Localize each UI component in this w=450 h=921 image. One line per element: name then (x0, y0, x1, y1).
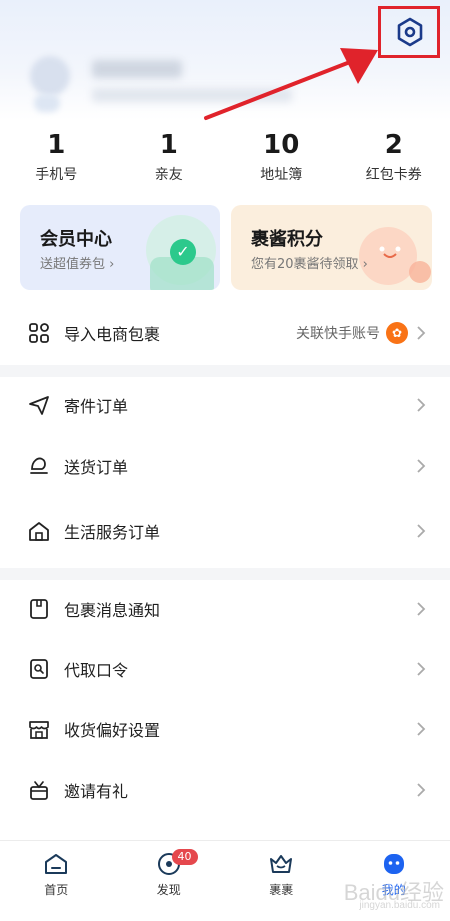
pickup-code-icon (28, 658, 50, 680)
tab-guoguo[interactable]: 裹裹 (225, 841, 338, 921)
section-divider (0, 568, 450, 580)
stat-label: 红包卡券 (338, 164, 450, 184)
points-card-title: 裹酱积分 (251, 225, 323, 251)
watermark-url: jingyan.baidu.com (359, 900, 440, 911)
tab-label: 首页 (0, 881, 113, 898)
tab-label: 发现 (113, 881, 226, 898)
points-card[interactable]: 裹酱积分 您有20裹酱待领取 › (231, 205, 432, 290)
username-blurred (92, 60, 182, 78)
delivery-icon (28, 455, 50, 477)
store-icon (28, 718, 50, 740)
stat-value: 1 (113, 128, 226, 162)
package-import-icon (28, 322, 50, 344)
stat-value: 10 (225, 128, 338, 162)
tab-home[interactable]: 首页 (0, 841, 113, 921)
order-row-delivery[interactable]: 送货订单 (0, 441, 450, 491)
order-row-label: 送货订单 (64, 454, 128, 478)
send-icon (28, 394, 50, 416)
chevron-right-icon (416, 326, 426, 340)
order-row-send[interactable]: 寄件订单 (0, 380, 450, 430)
stat-value: 1 (0, 128, 113, 162)
stat-coupons[interactable]: 2 红包卡券 (338, 128, 450, 188)
stat-address-book[interactable]: 10 地址簿 (225, 128, 338, 188)
chevron-right-icon (416, 722, 426, 736)
stat-label: 亲友 (113, 164, 226, 184)
chevron-right-icon (416, 524, 426, 538)
member-center-card[interactable]: ✓ 会员中心 送超值券包 › (20, 205, 220, 290)
chevron-right-icon (416, 783, 426, 797)
import-row-label: 导入电商包裹 (64, 321, 160, 345)
chevron-right-icon (416, 602, 426, 616)
smile-face-icon (375, 245, 405, 261)
notification-icon (28, 598, 50, 620)
home-tab-icon (43, 851, 69, 877)
check-icon: ✓ (170, 239, 196, 265)
order-row-label: 生活服务订单 (64, 519, 160, 543)
points-deco-dot (409, 261, 431, 283)
tab-discover[interactable]: 40 发现 (113, 841, 226, 921)
settings-row-label: 邀请有礼 (64, 778, 128, 802)
settings-row-delivery-preference[interactable]: 收货偏好设置 (0, 704, 450, 754)
stat-value: 2 (338, 128, 450, 162)
chevron-right-icon (416, 459, 426, 473)
stat-label: 手机号 (0, 164, 113, 184)
member-card-subtitle: 送超值券包 › (40, 253, 114, 272)
kuaishou-icon: ✿ (386, 322, 408, 344)
settings-row-label: 代取口令 (64, 657, 128, 681)
settings-row-label: 收货偏好设置 (64, 717, 160, 741)
stat-family[interactable]: 1 亲友 (113, 128, 226, 188)
avatar[interactable] (30, 56, 70, 96)
guoguo-icon (268, 851, 294, 877)
stat-label: 地址簿 (225, 164, 338, 184)
import-ecommerce-row[interactable]: 导入电商包裹 关联快手账号 ✿ (0, 308, 450, 358)
settings-row-pickup-code[interactable]: 代取口令 (0, 644, 450, 694)
gift-icon (28, 779, 50, 801)
chevron-right-icon (416, 398, 426, 412)
settings-row-notification[interactable]: 包裹消息通知 (0, 584, 450, 634)
settings-row-invite[interactable]: 邀请有礼 (0, 765, 450, 815)
avatar-badge (34, 94, 60, 112)
discover-badge: 40 (172, 849, 198, 865)
chevron-right-icon (416, 662, 426, 676)
profile-icon (381, 851, 407, 877)
settings-icon[interactable] (395, 17, 425, 47)
member-card-title: 会员中心 (40, 225, 112, 251)
stat-phone[interactable]: 1 手机号 (0, 128, 113, 188)
stats-bar: 1 手机号 1 亲友 10 地址簿 2 红包卡券 (0, 128, 450, 188)
order-row-life-service[interactable]: 生活服务订单 (0, 506, 450, 556)
points-card-subtitle: 您有20裹酱待领取 › (251, 253, 368, 272)
home-icon (28, 520, 50, 542)
tab-label: 裹裹 (225, 881, 338, 898)
section-divider (0, 365, 450, 377)
order-row-label: 寄件订单 (64, 393, 128, 417)
link-kuaishou-text[interactable]: 关联快手账号 (296, 323, 380, 343)
annotation-arrow-icon (200, 40, 385, 125)
settings-row-label: 包裹消息通知 (64, 597, 160, 621)
